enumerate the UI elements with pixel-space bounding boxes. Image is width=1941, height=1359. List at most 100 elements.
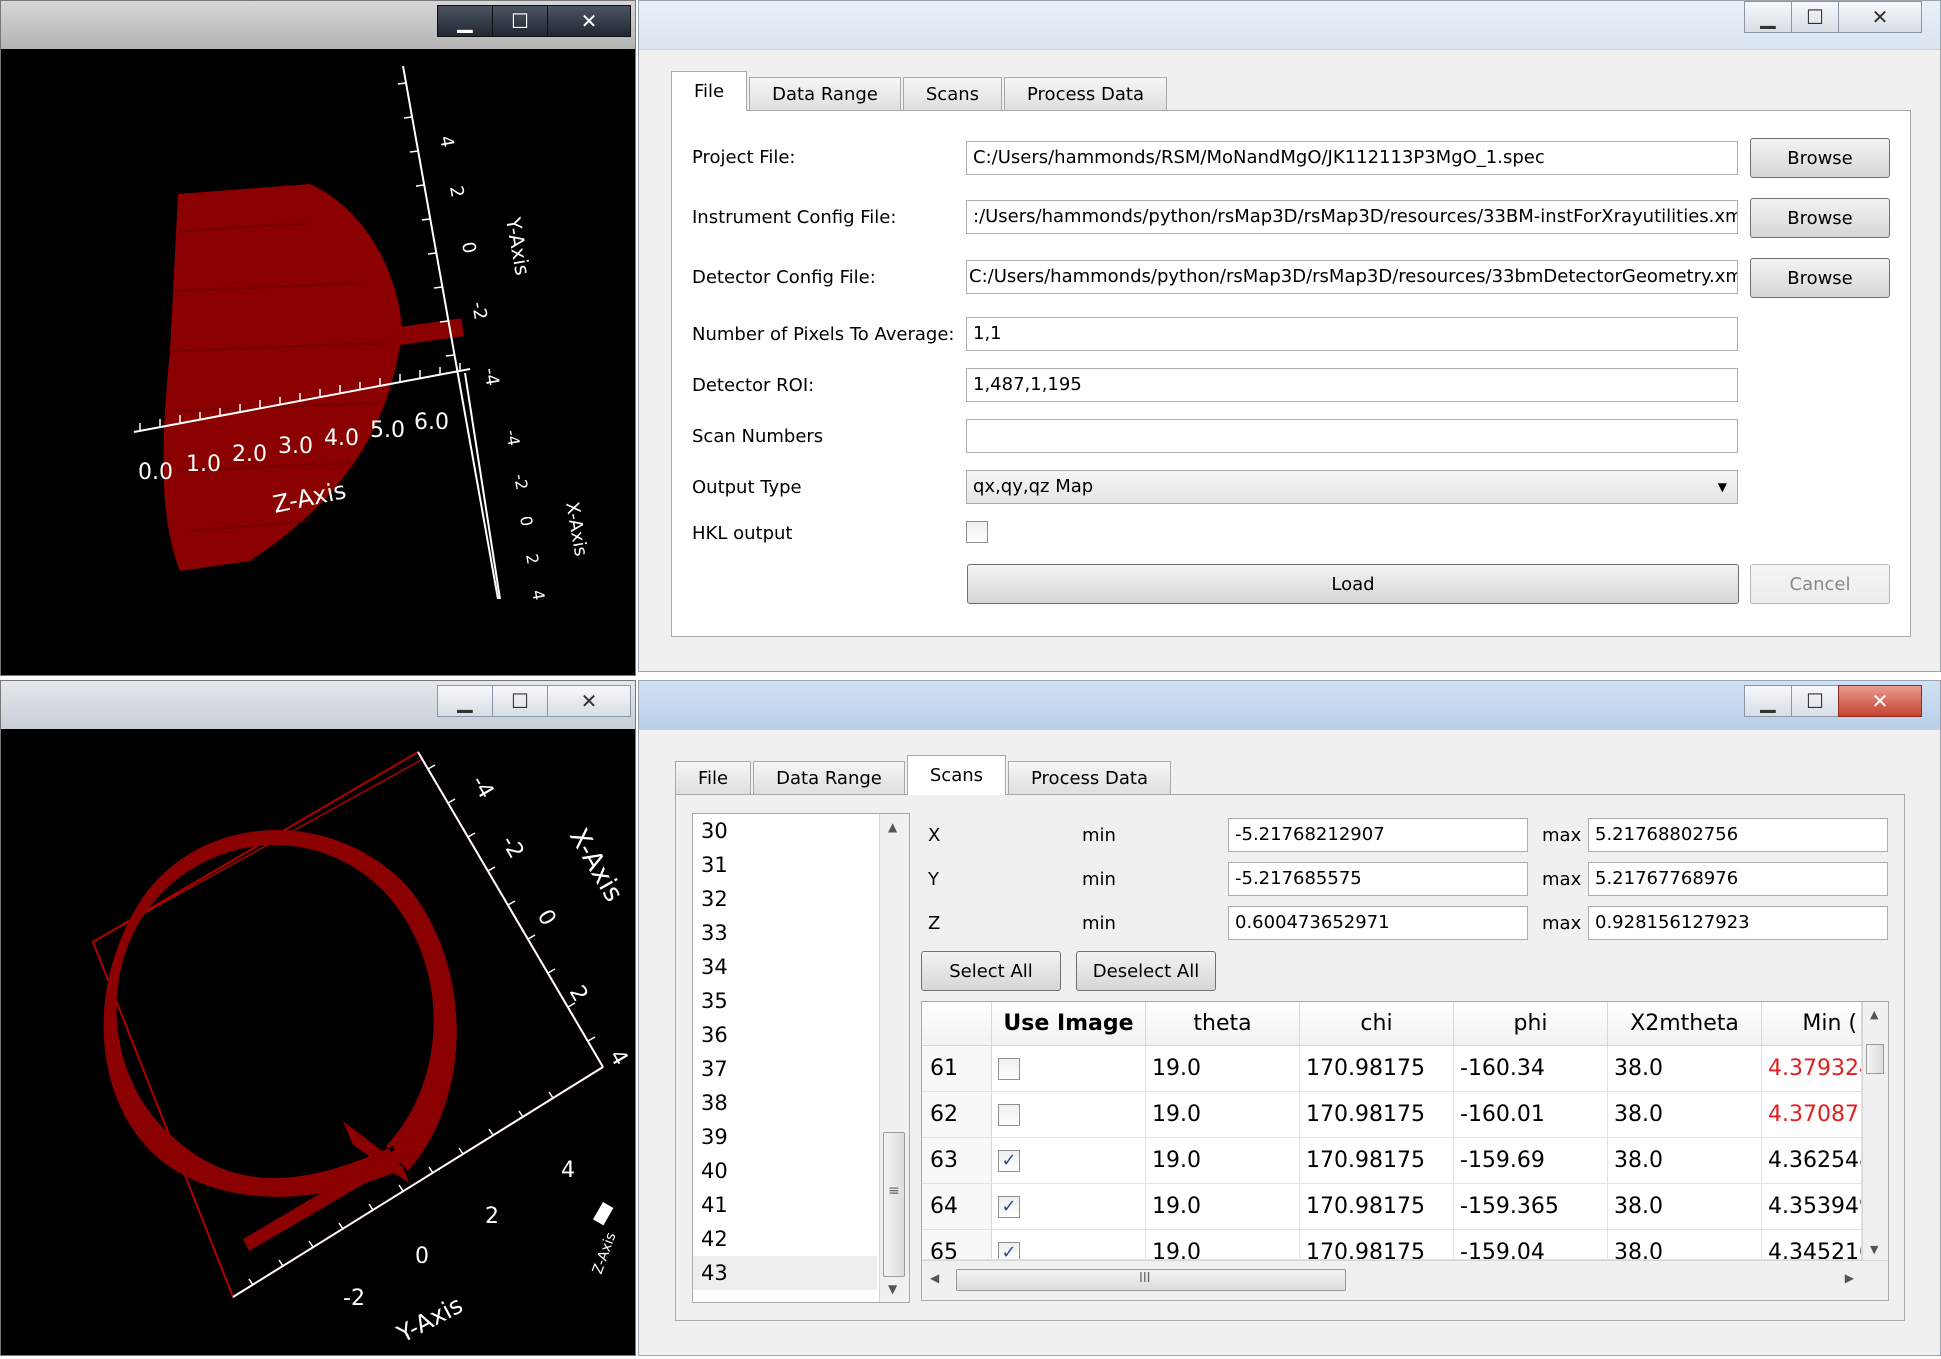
maximize-icon[interactable]: ☐ [1791, 1, 1839, 33]
close-icon[interactable]: ✕ [1838, 1, 1922, 33]
range-min-x[interactable]: -5.21768212907 [1228, 818, 1528, 852]
table-hscrollbar[interactable]: ◀ III ▶ [922, 1260, 1888, 1300]
scroll-right-icon[interactable]: ▶ [1845, 1271, 1854, 1285]
use-image-checkbox[interactable]: ✓ [998, 1196, 1020, 1218]
column-header-x2mtheta[interactable]: X2mtheta [1608, 1002, 1762, 1046]
range-max-z[interactable]: 0.928156127923 [1588, 906, 1888, 940]
theta-cell: 19.0 [1146, 1230, 1300, 1260]
list-item[interactable]: 43 [693, 1256, 877, 1290]
tab-scans[interactable]: Scans [902, 77, 1003, 111]
scroll-left-icon[interactable]: ◀ [930, 1271, 939, 1285]
scroll-down-icon[interactable]: ▼ [1870, 1243, 1878, 1256]
row-header[interactable]: 65 [922, 1230, 992, 1260]
row-header[interactable]: 64 [922, 1184, 992, 1230]
minimize-icon[interactable]: ▁ [1744, 685, 1792, 717]
row-header[interactable]: 61 [922, 1046, 992, 1092]
list-item[interactable]: 42 [693, 1222, 877, 1256]
hkl-output-checkbox[interactable] [966, 521, 988, 543]
list-item[interactable]: 32 [693, 882, 877, 916]
close-icon[interactable]: ✕ [1838, 685, 1922, 717]
minimize-icon[interactable]: ▁ [437, 5, 493, 37]
z-tick: 3.0 [278, 434, 313, 459]
minimize-icon[interactable]: ▁ [1744, 1, 1792, 33]
list-item[interactable]: 40 [693, 1154, 877, 1188]
browse-detector-button[interactable]: Browse [1750, 258, 1890, 298]
image-table[interactable]: Use Image theta chi phi X2mtheta Min ( 6… [921, 1001, 1889, 1301]
table-vscrollbar[interactable]: ▲ ▼ [1862, 1002, 1888, 1260]
render-scene-bottom: -4 -2 0 2 4 X-Axis -2 0 2 4 Y-Axis Z-Axi… [91, 750, 632, 1349]
maximize-icon[interactable]: ☐ [492, 685, 548, 717]
range-min-z[interactable]: 0.600473652971 [1228, 906, 1528, 940]
select-all-button[interactable]: Select All [921, 951, 1061, 991]
list-item[interactable]: 31 [693, 848, 877, 882]
scroll-down-icon[interactable]: ▼ [888, 1282, 897, 1296]
column-header-min[interactable]: Min ( [1762, 1002, 1862, 1046]
range-min-y[interactable]: -5.217685575 [1228, 862, 1528, 896]
tab-data-range[interactable]: Data Range [749, 77, 901, 111]
list-item[interactable]: 41 [693, 1188, 877, 1222]
x-tick: -4 [502, 428, 523, 447]
range-max-y[interactable]: 5.21767768976 [1588, 862, 1888, 896]
list-item[interactable]: 35 [693, 984, 877, 1018]
row-header[interactable]: 63 [922, 1138, 992, 1184]
y-tick: -2 [467, 300, 491, 321]
list-item[interactable]: 39 [693, 1120, 877, 1154]
range-max-x[interactable]: 5.21768802756 [1588, 818, 1888, 852]
list-item[interactable]: 36 [693, 1018, 877, 1052]
column-header-use-image[interactable]: Use Image [992, 1002, 1146, 1046]
detector-config-field[interactable]: C:/Users/hammonds/python/rsMap3D/rsMap3D… [966, 260, 1738, 294]
maximize-icon[interactable]: ☐ [1791, 685, 1839, 717]
use-image-checkbox[interactable]: ✓ [998, 1150, 1020, 1172]
scroll-up-icon[interactable]: ▲ [1870, 1008, 1878, 1021]
list-item[interactable]: 38 [693, 1086, 877, 1120]
scroll-thumb[interactable] [1866, 1044, 1884, 1074]
use-image-checkbox[interactable] [998, 1058, 1020, 1080]
tab-file[interactable]: File [671, 71, 748, 111]
scroll-thumb[interactable]: ≡ [883, 1132, 905, 1277]
column-header-theta[interactable]: theta [1146, 1002, 1300, 1046]
render-canvas-bottom[interactable]: -4 -2 0 2 4 X-Axis -2 0 2 4 Y-Axis Z-Axi… [13, 737, 632, 1353]
list-item[interactable]: 37 [693, 1052, 877, 1086]
browse-instrument-button[interactable]: Browse [1750, 198, 1890, 238]
deselect-all-button[interactable]: Deselect All [1076, 951, 1216, 991]
column-header-phi[interactable]: phi [1454, 1002, 1608, 1046]
list-item[interactable]: 30 [693, 814, 877, 848]
chi-cell: 170.98175 [1300, 1092, 1454, 1138]
scan-numbers-field[interactable] [966, 419, 1738, 453]
row-header[interactable]: 62 [922, 1092, 992, 1138]
detector-config-label: Detector Config File: [692, 267, 876, 288]
close-icon[interactable]: ✕ [547, 685, 631, 717]
cancel-button[interactable]: Cancel [1750, 564, 1890, 604]
render-canvas-top[interactable]: 0.0 1.0 2.0 3.0 4.0 5.0 6.0 Z-Axis 4 2 0… [10, 51, 632, 673]
scan-list-scrollbar[interactable]: ▲ ≡ ▼ [879, 814, 909, 1302]
output-type-select[interactable]: qx,qy,qz Map ▼ [966, 470, 1738, 504]
maximize-icon[interactable]: ☐ [492, 5, 548, 37]
detector-roi-field[interactable]: 1,487,1,195 [966, 368, 1738, 402]
theta-cell: 19.0 [1146, 1092, 1300, 1138]
list-item[interactable]: 34 [693, 950, 877, 984]
list-item[interactable]: 33 [693, 916, 877, 950]
use-image-checkbox[interactable] [998, 1104, 1020, 1126]
x-axis-label: X-Axis [563, 824, 629, 908]
close-icon[interactable]: ✕ [547, 5, 631, 37]
pixels-to-average-field[interactable]: 1,1 [966, 317, 1738, 351]
load-button[interactable]: Load [967, 564, 1739, 604]
tab-process-data[interactable]: Process Data [1004, 77, 1167, 111]
use-image-checkbox[interactable]: ✓ [998, 1242, 1020, 1259]
browse-project-button[interactable]: Browse [1750, 138, 1890, 178]
scan-number-list[interactable]: 30 31 32 33 34 35 36 37 38 39 40 41 42 4… [692, 813, 910, 1303]
viewer-window-bottom: ▁ ☐ ✕ -4 -2 0 2 4 X-Axis -2 0 2 4 Y-Axis… [0, 680, 636, 1356]
project-file-field[interactable]: C:/Users/hammonds/RSM/MoNandMgO/JK112113… [966, 141, 1738, 175]
column-header-chi[interactable]: chi [1300, 1002, 1454, 1046]
tab-file[interactable]: File [675, 761, 752, 795]
tab-process-data[interactable]: Process Data [1008, 761, 1171, 795]
tab-scans[interactable]: Scans [906, 755, 1007, 795]
instrument-config-field[interactable]: :/Users/hammonds/python/rsMap3D/rsMap3D/… [966, 200, 1738, 234]
scroll-thumb[interactable]: III [956, 1269, 1346, 1291]
scroll-up-icon[interactable]: ▲ [888, 820, 897, 834]
minimize-icon[interactable]: ▁ [437, 685, 493, 717]
use-image-cell [992, 1046, 1146, 1092]
tab-data-range[interactable]: Data Range [753, 761, 905, 795]
output-type-value: qx,qy,qz Map [973, 476, 1094, 497]
output-type-label: Output Type [692, 477, 802, 498]
